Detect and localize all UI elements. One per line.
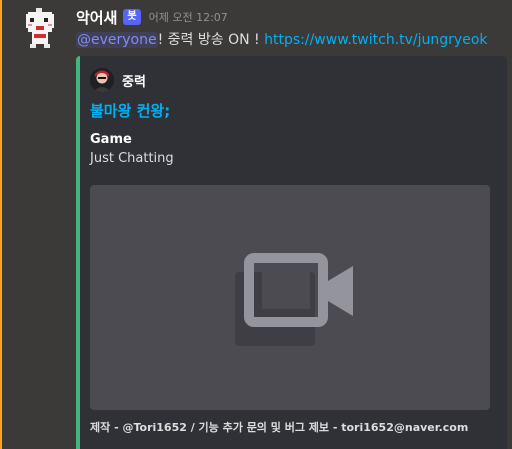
bot-avatar-icon[interactable] xyxy=(24,8,56,50)
embed-footer: 제작 - @Tori1652 / 기능 추가 문의 및 버그 제보 - tori… xyxy=(90,421,469,434)
author-avatar-icon xyxy=(90,68,114,92)
field-value-game: Just Chatting xyxy=(90,151,174,166)
twitch-link[interactable]: https://www.twitch.tv/jungryeok xyxy=(264,32,487,48)
embed-author: 중력 xyxy=(90,68,146,92)
video-camera-icon xyxy=(235,253,353,346)
embed-accent-bar xyxy=(76,56,80,449)
bot-username[interactable]: 악어새 xyxy=(76,7,117,28)
message-text: ! 중력 방송 ON ! xyxy=(157,32,265,48)
everyone-mention[interactable]: @everyone xyxy=(76,32,158,48)
message-timestamp[interactable]: 어제 오전 12:07 xyxy=(149,9,228,25)
stream-embed: 중력 불마왕 컨왕; Game Just Chatting 제작 - @Tori… xyxy=(76,56,507,449)
field-name-game: Game xyxy=(90,132,132,147)
embed-author-name[interactable]: 중력 xyxy=(122,71,146,90)
message-content: @everyone! 중력 방송 ON ! https://www.twitch… xyxy=(76,30,488,50)
embed-title[interactable]: 불마왕 컨왕; xyxy=(90,100,170,121)
message-header: 악어새 봇 어제 오전 12:07 xyxy=(76,6,228,28)
bot-tag: 봇 xyxy=(123,9,141,25)
video-thumbnail[interactable] xyxy=(90,185,490,410)
